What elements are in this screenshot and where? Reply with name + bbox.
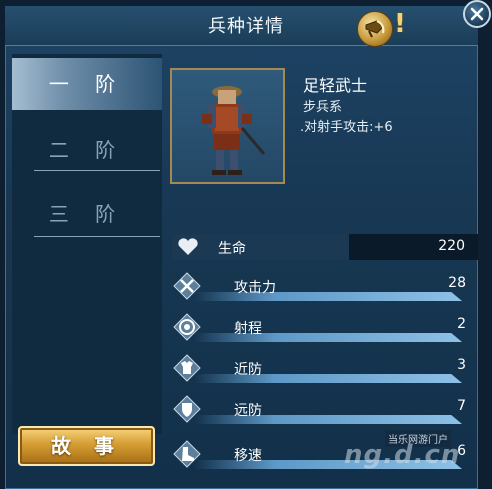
stat-row-range: 射程 2 [172, 309, 478, 343]
horn-icon [365, 20, 385, 38]
unit-name: 足轻武士 [303, 76, 368, 95]
stat-value: 7 [457, 398, 466, 414]
tier-tabs: 一 阶 二 阶 三 阶 [12, 54, 162, 434]
stat-row-melee-defense: 近防 3 [172, 350, 478, 384]
story-button[interactable]: 故 事 [18, 426, 155, 466]
unit-portrait [170, 68, 285, 184]
stat-row-attack: 攻击力 28 [172, 268, 478, 302]
stat-label: 射程 [234, 321, 262, 337]
armor-icon [173, 354, 201, 382]
crossed-swords-icon [173, 272, 201, 300]
ashigaru-warrior-image [202, 86, 266, 175]
stat-row-ranged-defense: 远防 7 [172, 391, 478, 425]
page-title: 兵种详情 [208, 16, 284, 37]
stat-label: 攻击力 [234, 280, 276, 296]
close-button[interactable] [463, 0, 491, 28]
shield-icon [173, 395, 201, 423]
help-button[interactable] [357, 11, 393, 47]
watermark-logo: ng.d.cn [344, 440, 461, 470]
stat-value: 3 [457, 357, 466, 373]
tab-tier-3[interactable]: 三 阶 [12, 188, 162, 240]
unit-bonus: .对射手攻击:+6 [300, 120, 393, 135]
hp-label: 生命 [218, 241, 246, 257]
unit-type: 步兵系 [303, 100, 343, 115]
stat-label: 近防 [234, 362, 262, 378]
close-icon [470, 7, 484, 21]
tab-tier-2[interactable]: 二 阶 [12, 124, 162, 176]
stat-label: 远防 [234, 403, 262, 419]
target-icon [173, 313, 201, 341]
boot-icon [173, 440, 201, 468]
tab-tier-1[interactable]: 一 阶 [12, 58, 162, 110]
alert-icon[interactable]: ! [394, 9, 406, 39]
stat-value: 2 [457, 316, 466, 332]
heart-icon [178, 238, 198, 255]
hp-value: 220 [438, 238, 465, 254]
stat-label: 移速 [234, 448, 262, 464]
stat-value: 28 [448, 275, 466, 291]
